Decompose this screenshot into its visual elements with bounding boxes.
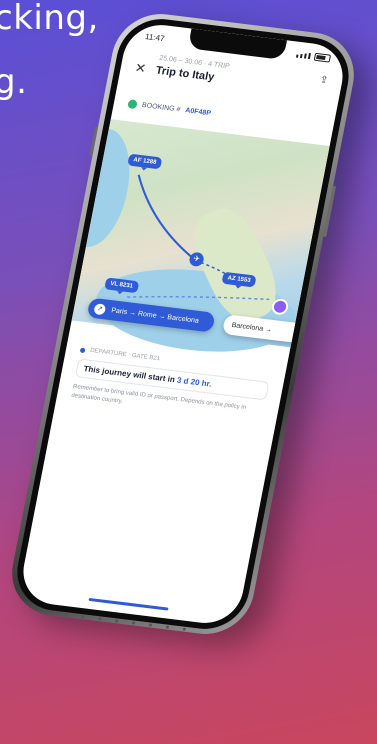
countdown-prefix: This journey will start in — [82, 364, 178, 385]
close-icon[interactable]: ✕ — [134, 60, 148, 76]
flight-pin-label: AZ 1553 — [226, 275, 252, 284]
route-icon: ↗ — [93, 302, 107, 315]
booking-chip: BOOKING # A0F48P — [127, 99, 212, 118]
route-chip-label: Paris → Rome → Barcelona — [110, 306, 200, 325]
flight-pin-label: AF 1288 — [132, 157, 157, 166]
home-indicator[interactable] — [88, 597, 169, 611]
booking-code-prefix: BOOKING # — [141, 101, 181, 114]
bullet-icon — [79, 347, 86, 353]
headline-line-1: cking, — [0, 0, 99, 38]
status-dot-icon — [127, 99, 138, 110]
signal-icon — [295, 52, 312, 60]
city-chip-label: Barcelona → — [231, 321, 273, 334]
countdown-value: 3 d 20 hr. — [176, 375, 213, 389]
headline-line-2: g. — [0, 62, 28, 102]
departure-info: DEPARTURE · GATE B21 This journey will s… — [70, 347, 272, 424]
battery-icon — [313, 52, 332, 63]
share-icon[interactable]: ⇪ — [319, 75, 329, 87]
phone-mockup: 11:47 25.06 – 30.06 · 4 TRIP ✕ Trip to I… — [4, 8, 362, 640]
status-time: 11:47 — [144, 31, 166, 43]
booking-code: A0F48P — [184, 107, 212, 118]
flight-pin-label: VL 8231 — [109, 280, 134, 290]
